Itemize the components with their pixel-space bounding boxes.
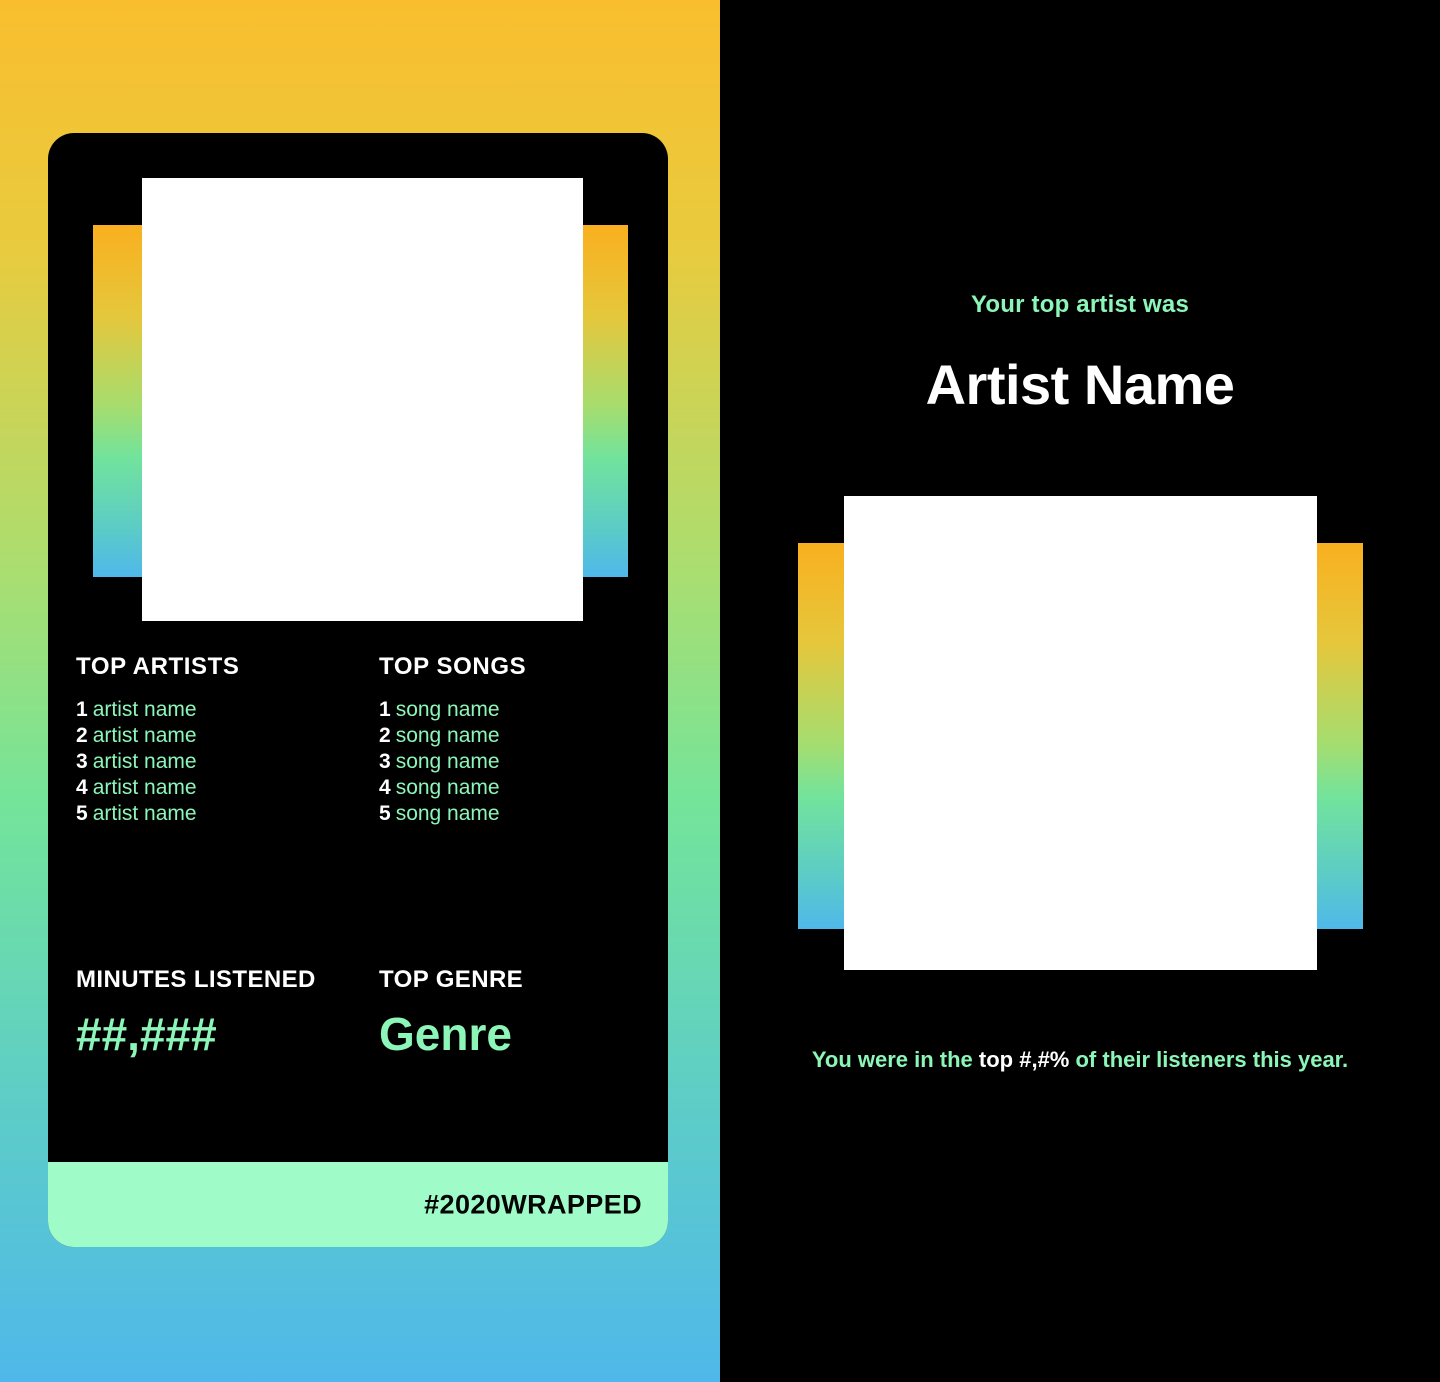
artist-art-placeholder [844,496,1317,970]
list-item: 5 song name [379,801,526,827]
rank-number: 2 [379,724,391,747]
artist-name-title: Artist Name [925,353,1235,416]
minutes-listened-label: MINUTES LISTENED [76,966,316,993]
rank-number: 3 [76,750,88,773]
list-item: 3 song name [379,749,526,775]
list-item: 4 song name [379,775,526,801]
song-name: song name [395,750,500,773]
rank-number: 5 [379,802,391,825]
left-gradient-panel: TOP ARTISTS 1 artist name 2 artist name 3a… [0,0,720,1382]
song-name: song name [395,724,500,747]
rank-number: 1 [76,698,88,721]
top-genre-stat: TOP GENRE Genre [379,966,524,1060]
top-artist-eyebrow: Your top artist was [970,291,1190,318]
artist-name: artist name [92,750,197,773]
minutes-listened-value: ##,### [76,1008,217,1060]
rank-number: 4 [379,776,391,799]
card-footer-bar: #2020WRAPPED [48,1162,668,1247]
top-genre-value: Genre [379,1008,512,1060]
top-artists-heading: TOP ARTISTS [76,653,240,680]
top-genre-label: TOP GENRE [379,966,524,993]
rank-number: 5 [76,802,88,825]
artist-art-gradient-left [798,543,845,929]
list-item: 2 song name [379,723,526,749]
list-item: 2 artist name [76,723,240,749]
wrapped-share-screen: TOP ARTISTS 1 artist name 2 artist name 3a… [0,0,1440,1382]
top-artists-list: 1 artist name 2 artist name 3 artist name 4… [76,697,240,827]
rank-number: 2 [76,724,88,747]
card-body: TOP ARTISTS 1 artist name 2 artist name 3a… [48,133,668,1133]
artist-name: artist name [92,776,197,799]
listener-note-highlight: top #,#% [978,1047,1070,1072]
listener-note-lead: You were in the [811,1047,979,1072]
top-songs-list: 1 song name 2 song name 3 song name 4 song n… [379,697,526,827]
wrapped-hashtag: #2020WRAPPED [424,1189,642,1219]
list-item: 1 song name [379,697,526,723]
list-item: 3 artist name [76,749,240,775]
list-item: 4 artist name [76,775,240,801]
song-name: song name [395,802,500,825]
top-artist-panel: Your top artist was Artist Name You were… [720,0,1440,1382]
artist-name: artist name [92,724,197,747]
wrapped-story-card[interactable]: TOP ARTISTS 1 artist name 2 artist name 3a… [48,133,668,1247]
list-item: 1 artist name [76,697,240,723]
rank-number: 1 [379,698,391,721]
list-item: 5 artist name [76,801,240,827]
song-name: song name [395,698,500,721]
top-songs-heading: TOP SONGS [379,653,527,680]
song-name: song name [395,776,500,799]
rank-number: 4 [76,776,88,799]
artist-name: artist name [92,698,197,721]
top-artists-column: TOP ARTISTS 1 artist name 2 artist name 3a… [76,655,240,827]
listener-percentile-note: You were in the top #,#% of their listen… [810,1040,1350,1080]
listener-note-tail: of their listeners this year. [1069,1047,1349,1072]
rank-number: 3 [379,750,391,773]
top-songs-column: TOP SONGS 1 song name 2 song name 3 song na… [379,655,526,827]
artist-art-gradient-right [1317,543,1363,929]
minutes-listened-stat: MINUTES LISTENED ##,### [76,966,316,1060]
artist-name: artist name [92,802,197,825]
